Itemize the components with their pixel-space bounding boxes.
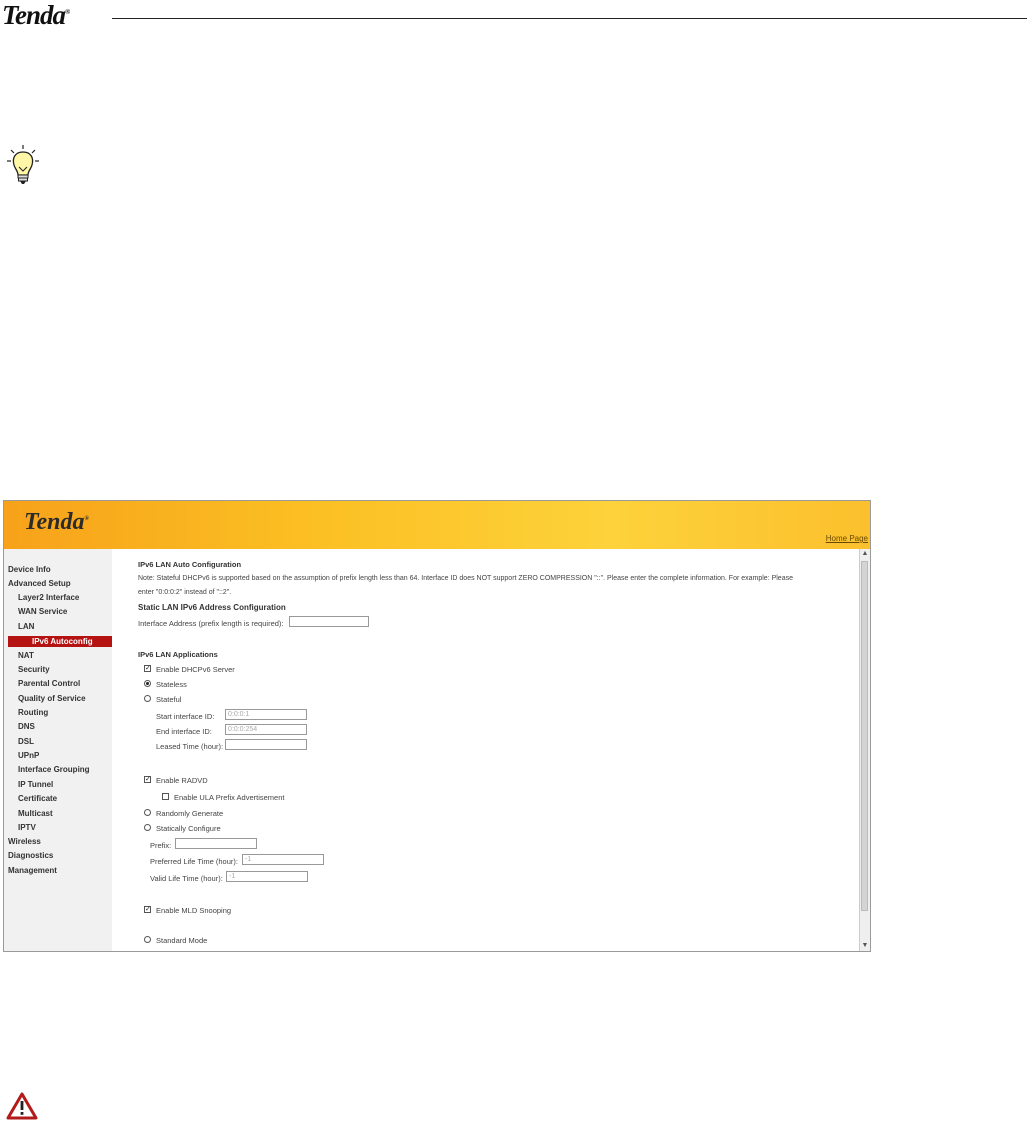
- end-interface-id-label: End interface ID:: [156, 727, 212, 736]
- preferred-life-time-label: Preferred Life Time (hour):: [150, 857, 238, 866]
- sidebar-item-interface-grouping[interactable]: Interface Grouping: [18, 765, 90, 774]
- vertical-scrollbar[interactable]: ▲ ▼: [859, 549, 870, 951]
- standard-mode-label: Standard Mode: [156, 936, 208, 945]
- interface-address-label: Interface Address (prefix length is requ…: [138, 619, 284, 628]
- leased-time-input[interactable]: [225, 739, 307, 750]
- scroll-thumb[interactable]: [861, 561, 868, 911]
- sidebar-item-lan[interactable]: LAN: [18, 622, 34, 631]
- router-banner: Tenda® Home Page: [4, 501, 870, 549]
- enable-ula-label: Enable ULA Prefix Advertisement: [174, 793, 285, 802]
- stateful-label: Stateful: [156, 695, 182, 704]
- stateful-radio[interactable]: [144, 695, 151, 702]
- sidebar-item-ipv6-autoconfig[interactable]: IPv6 Autoconfig: [8, 636, 112, 647]
- end-interface-id-input[interactable]: 0:0:0:254: [225, 724, 307, 735]
- lightbulb-icon: [7, 145, 39, 184]
- valid-life-time-label: Valid Life Time (hour):: [150, 874, 223, 883]
- sidebar-item-diagnostics[interactable]: Diagnostics: [8, 851, 53, 860]
- statically-configure-label: Statically Configure: [156, 824, 221, 833]
- valid-life-time-input[interactable]: -1: [226, 871, 308, 882]
- note-text: Note: Stateful DHCPv6 is supported based…: [138, 575, 793, 582]
- sidebar-item-ip-tunnel[interactable]: IP Tunnel: [18, 780, 53, 789]
- leased-time-label: Leased Time (hour):: [156, 742, 224, 751]
- document-header: Tenda®: [0, 0, 1027, 30]
- note-text-2: enter "0:0:0:2" instead of "::2".: [138, 589, 232, 596]
- preferred-life-time-input[interactable]: -1: [242, 854, 324, 865]
- enable-radvd-label: Enable RADVD: [156, 776, 208, 785]
- sidebar-item-layer2-interface[interactable]: Layer2 Interface: [18, 593, 79, 602]
- sidebar-item-multicast[interactable]: Multicast: [18, 809, 53, 818]
- enable-dhcpv6-label: Enable DHCPv6 Server: [156, 665, 235, 674]
- lan-applications-heading: IPv6 LAN Applications: [138, 650, 218, 659]
- warning-triangle-icon: [6, 1092, 38, 1120]
- prefix-label: Prefix:: [150, 841, 172, 850]
- interface-address-input[interactable]: [289, 616, 369, 627]
- router-screenshot: Tenda® Home Page Device Info Advanced Se…: [3, 500, 871, 952]
- sidebar-item-certificate[interactable]: Certificate: [18, 794, 57, 803]
- scroll-down-arrow-icon[interactable]: ▼: [860, 941, 870, 951]
- enable-radvd-checkbox[interactable]: ✓: [144, 776, 151, 783]
- sidebar-item-dns[interactable]: DNS: [18, 722, 35, 731]
- sidebar-item-parental-control[interactable]: Parental Control: [18, 679, 80, 688]
- start-interface-id-label: Start interface ID:: [156, 712, 215, 721]
- page-title: IPv6 LAN Auto Configuration: [138, 560, 242, 569]
- sidebar-item-security[interactable]: Security: [18, 665, 50, 674]
- sidebar-item-dsl[interactable]: DSL: [18, 737, 34, 746]
- statically-configure-radio[interactable]: [144, 824, 151, 831]
- prefix-input[interactable]: [175, 838, 257, 849]
- enable-dhcpv6-checkbox[interactable]: ✓: [144, 665, 151, 672]
- sidebar-item-advanced-setup[interactable]: Advanced Setup: [8, 579, 71, 588]
- enable-mld-label: Enable MLD Snooping: [156, 906, 232, 915]
- enable-mld-checkbox[interactable]: ✓: [144, 906, 151, 913]
- router-logo: Tenda®: [24, 509, 89, 535]
- sidebar-item-nat[interactable]: NAT: [18, 651, 34, 660]
- sidebar-nav: Device Info Advanced Setup Layer2 Interf…: [4, 549, 113, 951]
- start-interface-id-input[interactable]: 0:0:0:1: [225, 709, 307, 720]
- randomly-generate-radio[interactable]: [144, 809, 151, 816]
- document-logo: Tenda®: [2, 0, 70, 30]
- sidebar-item-wireless[interactable]: Wireless: [8, 837, 41, 846]
- enable-ula-checkbox[interactable]: [162, 793, 169, 800]
- sidebar-item-wan-service[interactable]: WAN Service: [18, 607, 67, 616]
- stateless-label: Stateless: [156, 680, 187, 689]
- scroll-up-arrow-icon[interactable]: ▲: [860, 549, 870, 559]
- sidebar-item-management[interactable]: Management: [8, 866, 57, 875]
- config-panel: IPv6 LAN Auto Configuration Note: Statef…: [112, 549, 858, 951]
- standard-mode-radio[interactable]: [144, 936, 151, 943]
- stateless-radio[interactable]: [144, 680, 151, 687]
- header-rule: [112, 18, 1027, 19]
- sidebar-item-quality-of-service[interactable]: Quality of Service: [18, 694, 86, 703]
- sidebar-item-routing[interactable]: Routing: [18, 708, 48, 717]
- randomly-generate-label: Randomly Generate: [156, 809, 224, 818]
- home-page-link[interactable]: Home Page: [826, 534, 868, 543]
- sidebar-item-iptv[interactable]: IPTV: [18, 823, 36, 832]
- sidebar-item-upnp[interactable]: UPnP: [18, 751, 39, 760]
- static-address-heading: Static LAN IPv6 Address Configuration: [138, 603, 286, 612]
- sidebar-item-device-info[interactable]: Device Info: [8, 565, 51, 574]
